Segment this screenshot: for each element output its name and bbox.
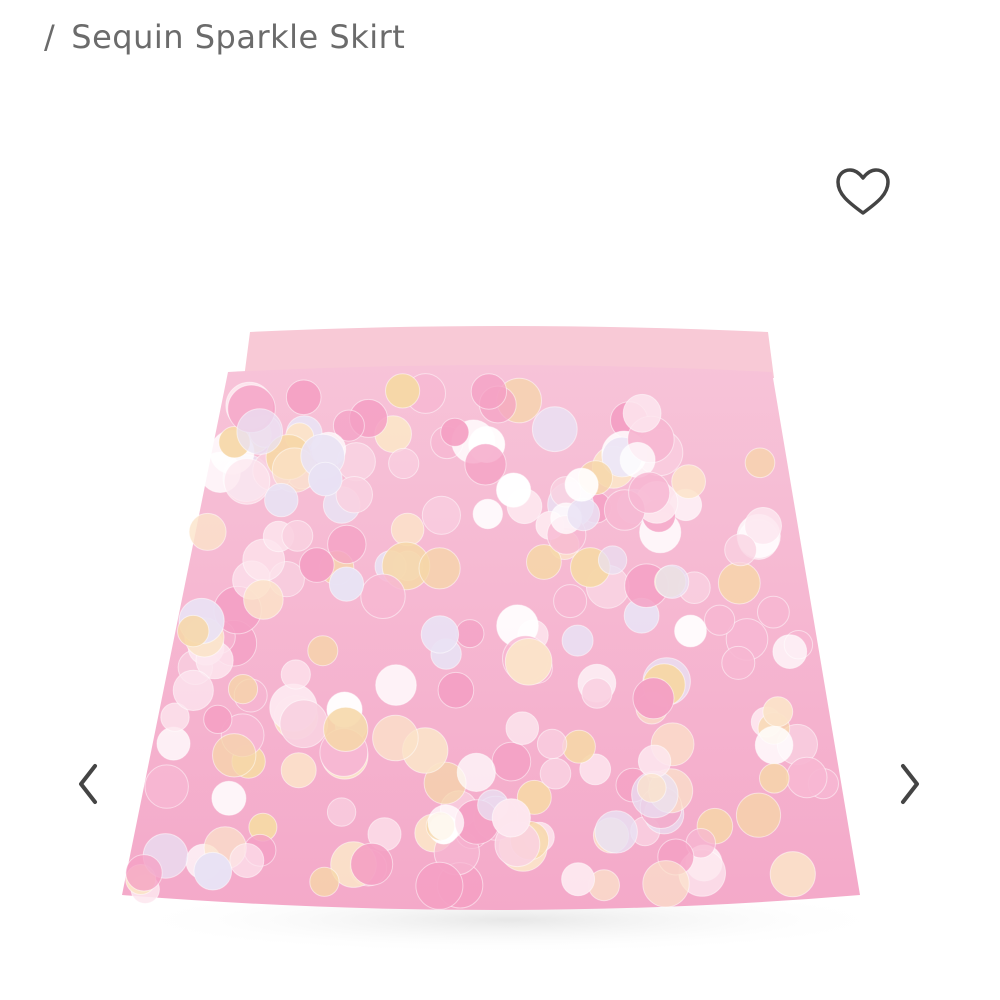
sequin	[531, 406, 578, 453]
sequin	[177, 614, 210, 648]
sequin	[470, 373, 508, 410]
sequin	[388, 447, 420, 480]
sequin	[420, 615, 460, 654]
chevron-right-icon	[901, 764, 919, 804]
sequin	[597, 545, 628, 575]
next-image-button[interactable]	[890, 758, 930, 810]
sequin	[724, 533, 757, 567]
sequin	[564, 467, 599, 502]
sequin	[360, 573, 406, 619]
sequin	[299, 547, 335, 583]
sequin	[628, 471, 671, 514]
heart-outline-icon	[836, 168, 890, 215]
sequin	[491, 741, 532, 782]
product-image	[120, 326, 900, 954]
sequin	[227, 674, 259, 705]
sequin	[717, 561, 761, 605]
sequin	[636, 773, 667, 803]
sequin	[562, 729, 596, 764]
sequin	[786, 756, 828, 799]
sequin	[553, 584, 588, 619]
sequin	[211, 780, 247, 816]
sequin	[264, 482, 299, 518]
sequin	[505, 711, 540, 746]
sequin	[671, 464, 706, 500]
sequin	[769, 851, 816, 898]
sequin	[757, 595, 790, 629]
sequin	[704, 604, 736, 636]
sequin	[327, 524, 367, 565]
sequin	[427, 804, 465, 842]
sequin	[539, 757, 572, 790]
sequin	[280, 659, 311, 690]
sequin	[440, 417, 470, 447]
sequin	[581, 677, 613, 709]
sequin	[203, 704, 233, 734]
sequin	[721, 645, 756, 680]
sequin	[229, 843, 265, 878]
sequin	[188, 512, 227, 551]
sequin	[594, 810, 638, 854]
sequin	[243, 579, 284, 620]
sequin	[754, 725, 794, 765]
sequin	[744, 447, 776, 479]
sequin	[390, 512, 425, 547]
sequin	[309, 866, 340, 897]
sequin	[418, 547, 461, 590]
sequin	[642, 860, 690, 908]
previous-image-button[interactable]	[68, 758, 108, 810]
sequin	[285, 379, 322, 416]
sequin	[637, 744, 672, 778]
sequin	[372, 714, 419, 762]
sequin	[622, 393, 662, 433]
sequin	[772, 634, 808, 670]
sequin	[279, 699, 329, 749]
sequin	[307, 635, 339, 667]
sequin	[496, 472, 532, 508]
sequin	[281, 520, 314, 552]
sequin	[536, 728, 568, 760]
sequin	[421, 495, 461, 535]
sequin	[654, 564, 690, 599]
sequin	[212, 733, 257, 778]
sequin	[437, 671, 475, 709]
sequin	[762, 696, 794, 728]
sequin	[193, 851, 233, 891]
sequin	[415, 861, 464, 910]
sequin	[172, 669, 214, 711]
sequin	[223, 458, 271, 505]
favorite-button[interactable]	[832, 164, 894, 220]
sequin	[156, 726, 191, 761]
sequin	[350, 842, 394, 886]
sequin	[504, 638, 553, 686]
sequin	[561, 624, 594, 657]
sequin	[464, 443, 507, 486]
breadcrumb: / Sequin Sparkle Skirt	[44, 18, 405, 56]
sequin	[144, 764, 189, 809]
sequin	[632, 677, 675, 720]
sequin	[308, 461, 343, 497]
sequin	[456, 752, 496, 792]
sequin	[491, 798, 531, 838]
sequin	[326, 797, 357, 827]
sequin	[125, 854, 163, 892]
sequin	[735, 792, 782, 838]
breadcrumb-separator: /	[44, 18, 56, 56]
sequin	[385, 373, 421, 409]
sequin	[455, 619, 485, 649]
sequin	[472, 498, 503, 530]
sequin	[566, 497, 601, 532]
sequin	[375, 664, 417, 706]
sequin	[328, 566, 365, 602]
sequin	[323, 706, 369, 752]
sequin	[674, 614, 707, 648]
sequin	[236, 408, 283, 455]
breadcrumb-current: Sequin Sparkle Skirt	[71, 18, 406, 56]
sequin	[561, 862, 596, 897]
sequin	[280, 752, 317, 789]
chevron-left-icon	[79, 764, 97, 804]
sequin	[759, 763, 790, 794]
